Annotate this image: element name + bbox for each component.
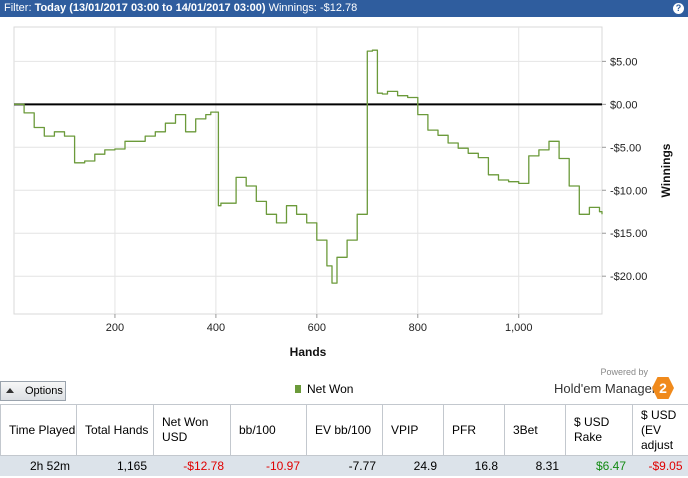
x-tick-label: 800	[409, 322, 427, 334]
stats-column-header[interactable]: $ USD Rake	[565, 404, 633, 456]
winnings-chart-svg: 200 400 600 800 1,000 $5.00 $0.00 -$5.00 -$10.00…	[13, 26, 673, 359]
y-tick-label: $5.00	[610, 56, 638, 68]
winnings-label: Winnings:	[268, 2, 317, 14]
winnings-value: -$12.78	[319, 2, 358, 14]
chart-grid	[13, 26, 603, 315]
powered-by-text: Powered by	[600, 367, 648, 377]
y-tick-label: -$15.00	[610, 228, 647, 240]
legend-label: Net Won	[307, 382, 354, 396]
stats-cell: $6.47	[565, 455, 633, 476]
brand-name: Hold'em Manager	[554, 381, 657, 396]
y-tick-label: -$5.00	[610, 142, 641, 154]
options-label: Options	[25, 385, 63, 397]
plot-border	[13, 26, 603, 315]
stats-cell: 8.31	[504, 455, 566, 476]
stats-cell: -$9.05	[632, 455, 688, 476]
stats-cell: -7.77	[306, 455, 383, 476]
stats-cell: -$12.78	[153, 455, 231, 476]
collapse-up-icon	[6, 388, 14, 393]
x-tick-label: 200	[106, 322, 124, 334]
x-axis-title: Hands	[290, 345, 327, 359]
stats-column-header[interactable]: Time Played	[0, 404, 77, 456]
stats-column-header[interactable]: EV bb/100	[306, 404, 383, 456]
y-tick-label: -$10.00	[610, 185, 647, 197]
stats-column-header[interactable]: Total Hands	[76, 404, 154, 456]
stats-cell: 2h 52m	[0, 455, 77, 476]
chart-series	[14, 49, 603, 284]
stats-cell: 16.8	[443, 455, 505, 476]
options-button[interactable]: Options	[0, 381, 66, 401]
stats-cell: 24.9	[382, 455, 444, 476]
title-bar: Filter: Today (13/01/2017 03:00 to 14/01…	[0, 0, 688, 17]
y-tick-label: $0.00	[610, 99, 638, 111]
series-line-net-won	[14, 49, 603, 284]
brand-logo: Powered by Hold'em Manager 2	[548, 366, 686, 402]
legend-item-net-won[interactable]: Net Won	[295, 382, 353, 396]
help-icon[interactable]: ?	[673, 3, 684, 14]
stats-column-header[interactable]: bb/100	[230, 404, 307, 456]
y-tick-label: -$20.00	[610, 271, 647, 283]
y-axis-title: Winnings	[659, 143, 673, 197]
filter-label: Filter:	[4, 2, 32, 14]
stats-column-header[interactable]: $ USD (EV adjust	[632, 404, 688, 456]
stats-column-header[interactable]: Net Won USD	[153, 404, 231, 456]
filter-info: Filter: Today (13/01/2017 03:00 to 14/01…	[4, 0, 357, 17]
x-tick-label: 400	[207, 322, 225, 334]
legend-swatch	[295, 385, 301, 393]
stats-column-header[interactable]: PFR	[443, 404, 505, 456]
filter-date-range[interactable]: Today (13/01/2017 03:00 to 14/01/2017 03…	[35, 2, 266, 14]
stats-column-header[interactable]: VPIP	[382, 404, 444, 456]
stats-data-row[interactable]: 2h 52m 1,165 -$12.78 -10.97 -7.77 24.9 16.8 8.3…	[0, 455, 688, 476]
x-tick-label: 600	[308, 322, 326, 334]
stats-header-row: Time Played Total Hands Net Won USD bb/100 E…	[0, 404, 688, 456]
x-tick-label: 1,000	[505, 322, 533, 334]
stats-cell: 1,165	[76, 455, 154, 476]
winnings-chart: 200 400 600 800 1,000 $5.00 $0.00 -$5.00 -$10.00…	[0, 17, 688, 374]
stats-table: Time Played Total Hands Net Won USD bb/100 E…	[0, 404, 688, 478]
stats-column-header[interactable]: 3Bet	[504, 404, 566, 456]
stats-cell: -10.97	[230, 455, 307, 476]
